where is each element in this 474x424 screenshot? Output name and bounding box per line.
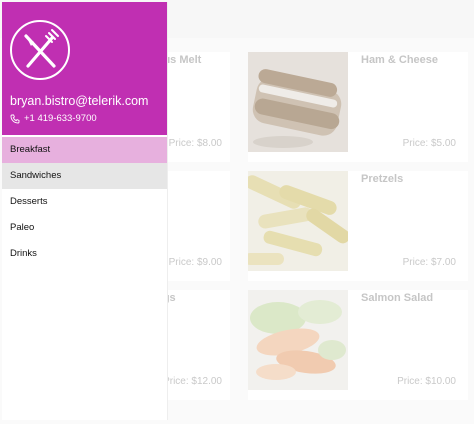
salmon-salad-image [248,290,348,390]
menu-item-desserts[interactable]: Desserts [2,189,167,215]
phone-number: +1 419-633-9700 [24,113,97,124]
drawer-header: bryan.bistro@telerik.com +1 419-633-9700 [2,2,167,135]
fork-knife-icon [10,20,70,80]
account-email: bryan.bistro@telerik.com [10,94,149,108]
account-phone: +1 419-633-9700 [10,113,97,124]
product-price: Price: $7.00 [402,257,456,268]
product-title: Salmon Salad [361,292,434,304]
product-price: Price: $5.00 [402,138,456,149]
product-card[interactable]: Salmon Salad Price: $10.00 [248,290,468,400]
product-price: Price: $12.00 [163,376,222,387]
menu-item-breakfast[interactable]: Breakfast [2,137,167,163]
product-card[interactable]: Ham & Cheese Price: $5.00 [248,52,468,162]
navigation-drawer: bryan.bistro@telerik.com +1 419-633-9700… [2,2,168,420]
phone-icon [10,114,20,123]
menu-item-sandwiches[interactable]: Sandwiches [2,163,167,189]
pretzels-image [248,171,348,271]
product-price: Price: $9.00 [168,257,222,268]
product-title: Ham & Cheese [361,54,439,66]
product-price: Price: $8.00 [168,138,222,149]
product-price: Price: $10.00 [397,376,456,387]
drawer-menu: Breakfast Sandwiches Desserts Paleo Drin… [2,137,167,267]
sandwich-image [248,52,348,152]
menu-item-drinks[interactable]: Drinks [2,241,167,267]
product-title: Pretzels [361,173,404,185]
product-card[interactable]: Pretzels Price: $7.00 [248,171,468,281]
menu-item-paleo[interactable]: Paleo [2,215,167,241]
